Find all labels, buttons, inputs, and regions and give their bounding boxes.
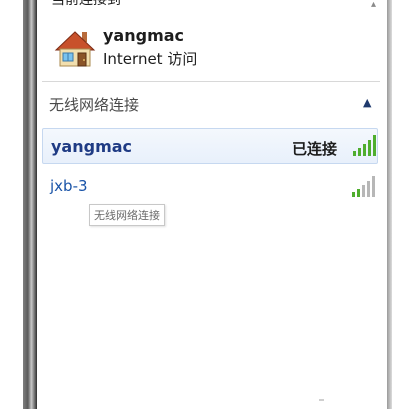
house-icon <box>54 31 96 67</box>
network-item-jxb-3[interactable]: jxb-3 <box>42 170 376 204</box>
network-flyout-panel: 当前连接到 ▴ yangmac Internet 访问 无线网络连接 ▲ yan… <box>37 0 387 409</box>
signal-strength-icon <box>353 135 376 156</box>
window-frame-right <box>387 0 392 409</box>
resize-grip <box>319 399 324 401</box>
tooltip: 无线网络连接 <box>89 204 165 226</box>
network-item-name: yangmac <box>51 137 133 156</box>
network-item-yangmac[interactable]: yangmac 已连接 <box>42 128 378 164</box>
signal-strength-icon <box>352 176 375 197</box>
network-item-name: jxb-3 <box>50 177 88 195</box>
chevron-up-icon[interactable]: ▲ <box>363 96 371 109</box>
wireless-section-title[interactable]: 无线网络连接 <box>49 94 139 115</box>
window-frame-left <box>23 0 37 409</box>
network-connected-status: 已连接 <box>292 140 338 158</box>
connected-network-name: yangmac <box>103 26 185 45</box>
section-divider <box>42 81 380 82</box>
current-connection-header: 当前连接到 <box>51 0 121 8</box>
connection-access-status: Internet 访问 <box>103 50 198 68</box>
header-pin-icon: ▴ <box>371 0 377 10</box>
